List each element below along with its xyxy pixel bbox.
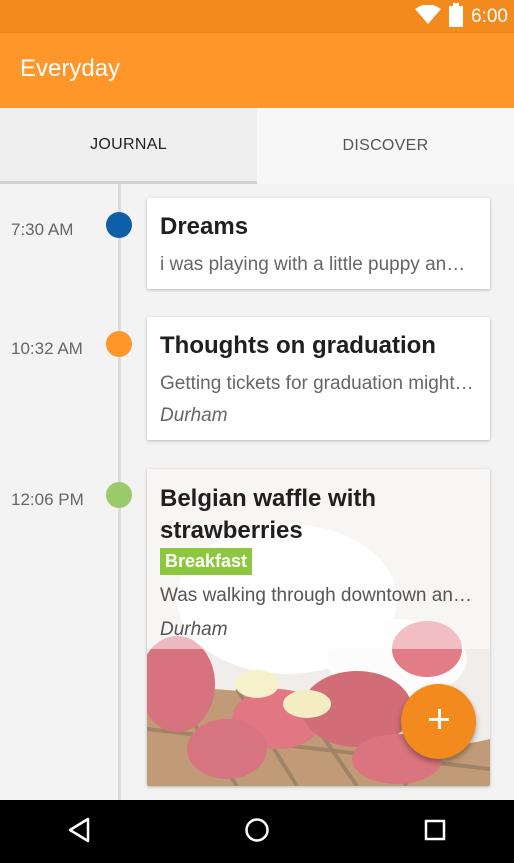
timeline-dot bbox=[106, 331, 132, 357]
back-button[interactable] bbox=[63, 816, 95, 848]
app-title: Everyday bbox=[20, 55, 121, 82]
tab-journal[interactable]: JOURNAL bbox=[0, 108, 257, 184]
status-time: 6:00 bbox=[471, 6, 508, 27]
entry-title: Belgian waffle with strawberries bbox=[160, 485, 377, 544]
recents-button[interactable] bbox=[419, 816, 451, 848]
tab-discover[interactable]: DISCOVER bbox=[257, 108, 514, 184]
app-bar: Everyday bbox=[0, 33, 514, 108]
entry-location: Durham bbox=[160, 619, 228, 640]
entry-time: 12:06 PM bbox=[11, 490, 84, 509]
timeline-dot bbox=[106, 212, 132, 238]
entry-time: 10:32 AM bbox=[11, 339, 83, 358]
add-entry-button[interactable] bbox=[401, 684, 476, 759]
navigation-bar bbox=[0, 800, 514, 863]
entry-preview: Getting tickets for graduation might be … bbox=[160, 373, 475, 394]
status-bar: 6:00 bbox=[0, 0, 514, 33]
entry-title: Thoughts on graduation bbox=[160, 332, 436, 359]
wifi-icon bbox=[415, 4, 442, 30]
recents-icon bbox=[424, 819, 446, 846]
battery-icon bbox=[449, 2, 464, 32]
back-icon bbox=[67, 817, 91, 848]
entry-preview: i was playing with a little puppy and it… bbox=[160, 254, 475, 275]
status-icons: 6:00 bbox=[415, 2, 508, 32]
entry-card-dreams[interactable]: Dreams i was playing with a little puppy… bbox=[147, 198, 490, 289]
add-icon bbox=[428, 708, 450, 735]
category-tag: Breakfast bbox=[160, 548, 253, 575]
timeline-dot bbox=[106, 482, 132, 508]
home-button[interactable] bbox=[241, 816, 273, 848]
entry-preview: Was walking through downtown and found a… bbox=[160, 585, 475, 606]
entry-location: Durham bbox=[160, 405, 228, 426]
home-icon bbox=[244, 817, 270, 848]
entry-card-graduation[interactable]: Thoughts on graduation Getting tickets f… bbox=[147, 317, 490, 440]
entry-time: 7:30 AM bbox=[11, 220, 74, 239]
tab-bar: JOURNAL DISCOVER bbox=[0, 108, 514, 184]
entry-title: Dreams bbox=[160, 213, 249, 240]
